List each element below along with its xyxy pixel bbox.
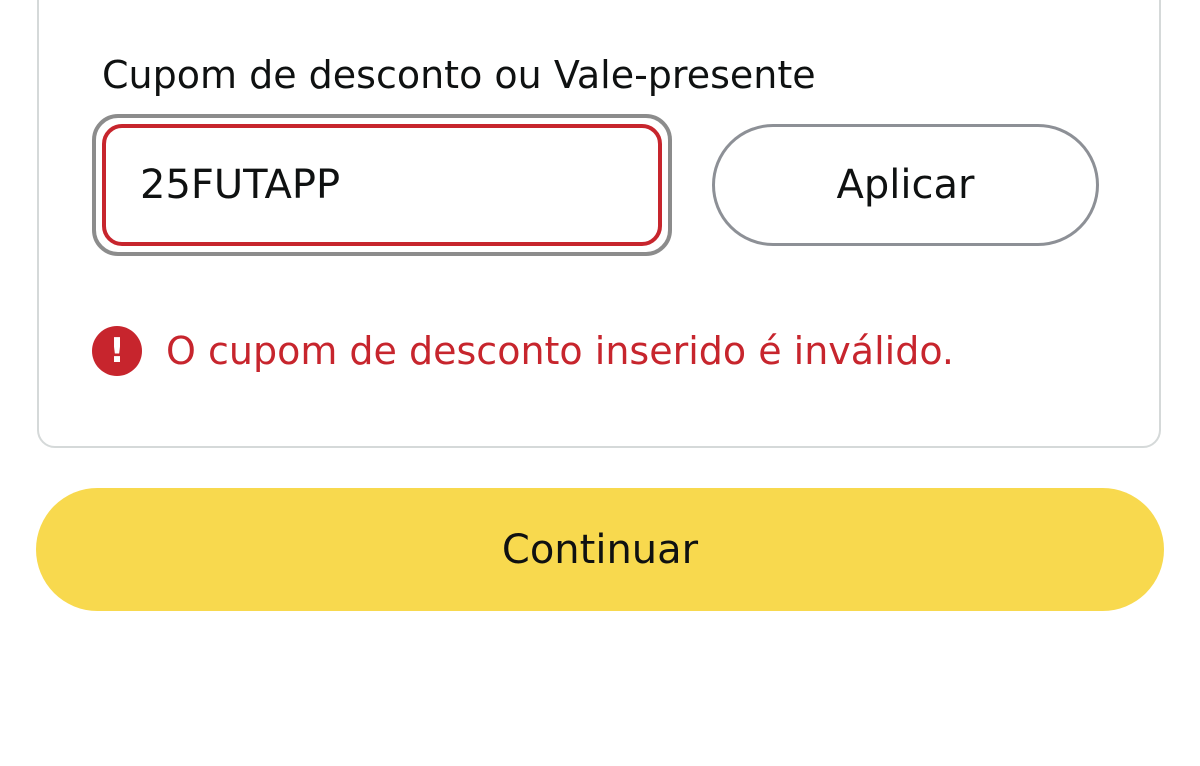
coupon-field-label: Cupom de desconto ou Vale-presente <box>102 53 816 97</box>
coupon-input-border[interactable] <box>102 124 662 246</box>
coupon-input[interactable] <box>140 128 638 242</box>
apply-button[interactable]: Aplicar <box>712 124 1099 246</box>
error-message-row: ! O cupom de desconto inserido é inválid… <box>92 326 954 376</box>
continue-button[interactable]: Continuar <box>36 488 1164 611</box>
exclamation-circle-icon: ! <box>92 326 142 376</box>
error-message: O cupom de desconto inserido é inválido. <box>166 329 954 373</box>
coupon-input-focus-ring[interactable] <box>92 114 672 256</box>
